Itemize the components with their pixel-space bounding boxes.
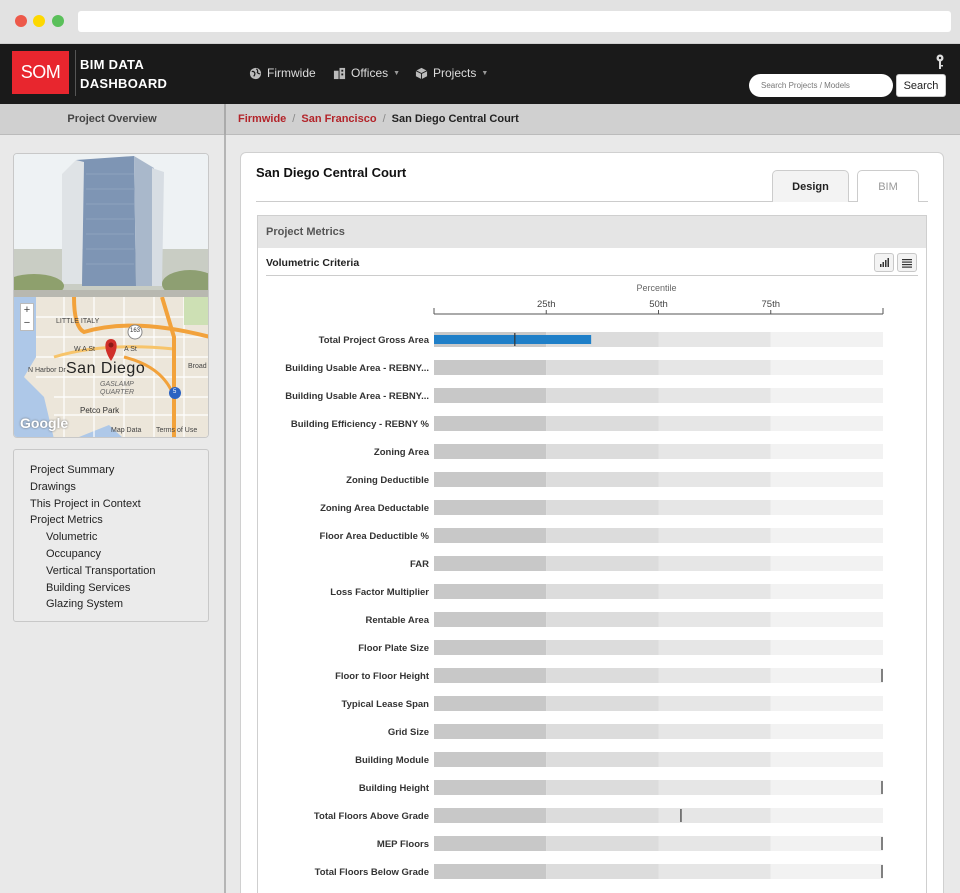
list-icon: [902, 259, 912, 268]
sidebar-item-drawings[interactable]: Drawings: [14, 479, 208, 496]
map-label-gaslamp: GASLAMP QUARTER: [100, 381, 135, 396]
address-bar[interactable]: [78, 11, 951, 32]
terms-of-use-link[interactable]: Terms of Use: [156, 427, 197, 434]
map-label-petco-park: Petco Park: [80, 406, 120, 415]
map-label-w-a-st: W A St: [74, 346, 96, 353]
map-label-5: 5: [173, 389, 177, 395]
nav-projects-label: Projects: [433, 66, 477, 80]
project-photo[interactable]: [14, 154, 209, 297]
google-logo: Google: [20, 415, 69, 431]
app-title-line1: BIM DATA: [80, 57, 145, 72]
map-city-label: San Diego: [66, 360, 146, 377]
project-media-card: + − LITTLE ITALY W A St A St N Harbor Dr …: [13, 153, 209, 438]
metrics-panel: [257, 215, 927, 893]
globe-icon: [249, 67, 262, 79]
section-underline: [266, 275, 918, 276]
nav-firmwide[interactable]: Firmwide: [249, 66, 316, 80]
cube-icon: [415, 67, 428, 79]
metrics-header: Project Metrics: [258, 216, 926, 248]
logo-divider: [75, 50, 76, 96]
tab-design[interactable]: Design: [772, 170, 849, 202]
sub-header: Project Overview Firmwide / San Francisco /…: [0, 104, 960, 135]
sub-header-divider: [224, 104, 226, 135]
nav-offices[interactable]: Offices ▼: [333, 66, 400, 80]
sidebar-item-context[interactable]: This Project in Context: [14, 496, 208, 513]
som-logo[interactable]: SOM: [12, 51, 69, 94]
nav-offices-label: Offices: [351, 66, 389, 80]
search-button[interactable]: Search: [896, 74, 946, 97]
map-zoom-control[interactable]: + −: [20, 303, 34, 331]
sidebar-item-glazing-system[interactable]: Glazing System: [14, 596, 208, 613]
breadcrumb-current: San Diego Central Court: [391, 113, 519, 125]
building-icon: [333, 67, 346, 79]
map-label-a-st: A St: [124, 346, 137, 353]
breadcrumb-san-francisco[interactable]: San Francisco: [301, 113, 376, 125]
minimize-window-button[interactable]: [33, 15, 45, 27]
chevron-down-icon: ▼: [393, 69, 401, 77]
breadcrumb-separator: /: [382, 113, 386, 125]
nav-firmwide-label: Firmwide: [267, 66, 316, 80]
bar-chart-icon: [880, 258, 889, 267]
app-title: BIM DATA DASHBOARD: [80, 55, 167, 93]
app-title-line2: DASHBOARD: [80, 76, 168, 91]
project-overview-title: Project Overview: [67, 113, 157, 125]
location-map[interactable]: + − LITTLE ITALY W A St A St N Harbor Dr …: [14, 297, 208, 437]
nav-projects[interactable]: Projects ▼: [415, 66, 488, 80]
sidebar-item-occupancy[interactable]: Occupancy: [14, 546, 208, 563]
list-view-button[interactable]: [897, 253, 917, 272]
project-side-nav: Project Summary Drawings This Project in…: [13, 449, 209, 622]
section-title: Volumetric Criteria: [266, 257, 360, 269]
sidebar-item-vertical-transportation[interactable]: Vertical Transportation: [14, 563, 208, 580]
search-input[interactable]: [749, 74, 893, 97]
tab-bim[interactable]: BIM: [857, 170, 919, 202]
breadcrumb: Firmwide / San Francisco / San Diego Central…: [238, 104, 519, 135]
sidebar-item-volumetric[interactable]: Volumetric: [14, 529, 208, 546]
project-title: San Diego Central Court: [256, 165, 407, 180]
breadcrumb-firmwide[interactable]: Firmwide: [238, 113, 286, 125]
map-data-link[interactable]: Map Data: [111, 427, 141, 434]
map-label-163: 163: [130, 328, 141, 334]
sidebar-item-project-metrics[interactable]: Project Metrics: [14, 512, 208, 529]
map-label-broad: Broad: [188, 363, 207, 370]
maximize-window-button[interactable]: [52, 15, 64, 27]
close-window-button[interactable]: [15, 15, 27, 27]
top-navbar: SOM BIM DATA DASHBOARD Firmwide Offices …: [0, 44, 960, 104]
sidebar-item-building-services[interactable]: Building Services: [14, 580, 208, 597]
breadcrumb-separator: /: [292, 113, 296, 125]
map-label-little-italy: LITTLE ITALY: [56, 318, 100, 325]
key-icon[interactable]: [935, 54, 945, 70]
chevron-down-icon: ▼: [481, 69, 489, 77]
sidebar-item-project-summary[interactable]: Project Summary: [14, 462, 208, 479]
browser-chrome: [0, 0, 960, 44]
map-label-harbor-dr: N Harbor Dr: [28, 367, 66, 374]
chart-view-button[interactable]: [874, 253, 894, 272]
